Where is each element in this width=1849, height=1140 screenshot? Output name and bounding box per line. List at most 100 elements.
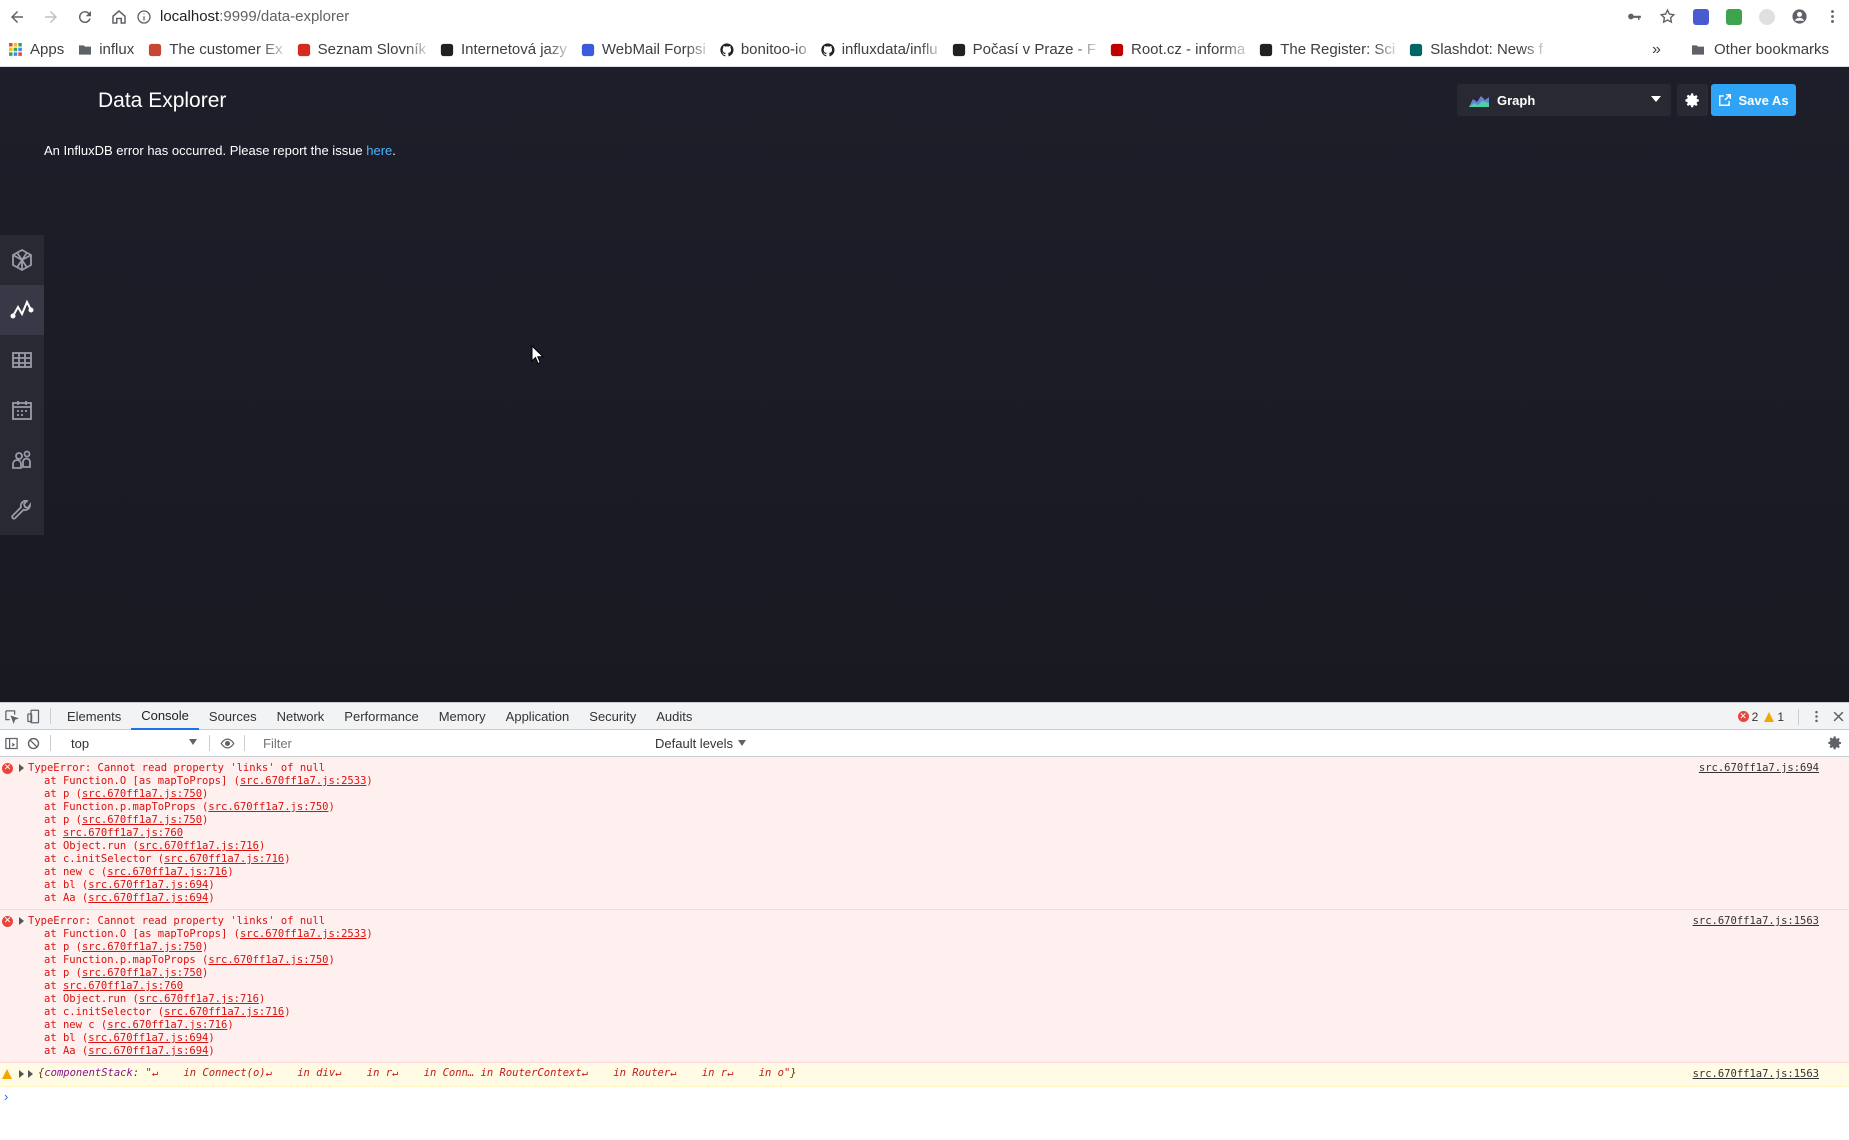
stack-frame-link[interactable]: src.670ff1a7.js:760 [63,980,183,992]
report-issue-link[interactable]: here [366,143,392,158]
nav-dashboards[interactable] [0,335,44,385]
devtools-tab-memory[interactable]: Memory [429,703,496,730]
profile-avatar-icon[interactable] [1783,0,1816,33]
live-expression-eye-icon[interactable] [216,730,238,756]
clear-console-icon[interactable] [22,730,44,756]
console-settings-gear-icon[interactable] [1827,735,1843,751]
bookmark-item[interactable]: bonitoo-io [719,37,814,63]
bookmark-item[interactable]: Internetová jazy [439,37,574,63]
console-error-entry[interactable]: ✕ TypeError: Cannot read property 'links'… [0,757,1849,910]
close-icon[interactable] [1827,704,1849,730]
nav-organizations[interactable] [0,435,44,485]
extension-icon[interactable] [1684,0,1717,33]
devtools-tab-security[interactable]: Security [579,703,646,730]
devtools-tab-elements[interactable]: Elements [57,703,131,730]
bookmark-item[interactable]: WebMail Forpsi [580,37,713,63]
stack-frame-link[interactable]: src.670ff1a7.js:694 [88,892,208,904]
bookmark-item[interactable]: influx [77,37,141,63]
console-messages: ✕ TypeError: Cannot read property 'links'… [0,757,1849,1105]
stack-frame-link[interactable]: src.670ff1a7.js:750 [82,814,202,826]
nav-tasks[interactable] [0,385,44,435]
console-error-entry[interactable]: ✕ TypeError: Cannot read property 'links'… [0,910,1849,1063]
expand-triangle-icon[interactable] [19,917,24,925]
disabled-extension-icon[interactable] [1750,0,1783,33]
forward-arrow-icon[interactable] [34,0,68,33]
sidebar-toggle-icon[interactable] [0,730,22,756]
stack-frame-link[interactable]: src.670ff1a7.js:716 [107,1019,227,1031]
other-bookmarks-folder[interactable]: Other bookmarks [1690,33,1829,66]
stack-frame-link[interactable]: src.670ff1a7.js:694 [88,879,208,891]
more-bookmarks-button[interactable]: » [1652,33,1661,66]
stack-frame-link[interactable]: src.670ff1a7.js:750 [82,941,202,953]
source-link[interactable]: src.670ff1a7.js:694 [1699,762,1819,775]
visualization-type-dropdown[interactable]: Graph [1457,84,1671,116]
address-bar[interactable]: localhost:9999/data-explorer [136,3,1566,30]
log-levels-dropdown[interactable]: Default levels [655,736,747,751]
configure-button[interactable] [1677,84,1708,116]
devtools-tab-application[interactable]: Application [496,703,580,730]
stack-frame-link[interactable]: src.670ff1a7.js:716 [164,853,284,865]
device-toolbar-icon[interactable] [22,703,44,729]
stack-frame-link[interactable]: src.670ff1a7.js:760 [63,827,183,839]
stack-frame-link[interactable]: src.670ff1a7.js:750 [208,801,328,813]
stack-frame-link[interactable]: src.670ff1a7.js:750 [208,954,328,966]
devtools-tab-list: Elements Console Sources Network Performance… [57,703,702,730]
home-icon[interactable] [102,0,136,33]
console-warning-entry[interactable]: {componentStack: "↵ in Connect(o)↵ in di… [0,1063,1849,1087]
issue-counter[interactable]: ✕ 2 1 [1737,709,1784,724]
cors-extension-icon[interactable] [1717,0,1750,33]
console-prompt[interactable]: › [0,1087,1849,1105]
site-info-icon[interactable] [136,9,152,25]
devtools-menu-icon[interactable] [1805,704,1827,730]
bookmark-item[interactable]: Počasí v Praze - F [951,37,1103,63]
save-as-button[interactable]: Save As [1711,84,1796,116]
chevron-down-icon [1651,96,1661,102]
error-count: 2 [1751,709,1759,724]
bookmark-item[interactable]: The customer Ex [147,37,289,63]
devtools-tab-performance[interactable]: Performance [334,703,428,730]
bookmark-star-icon[interactable] [1651,0,1684,33]
stack-frame-link[interactable]: src.670ff1a7.js:694 [88,1032,208,1044]
key-icon[interactable] [1618,0,1651,33]
devtools-tab-audits[interactable]: Audits [646,703,702,730]
devtools-panel: Elements Console Sources Network Performance… [0,702,1849,1140]
nav-settings[interactable] [0,485,44,535]
devtools-tab-network[interactable]: Network [267,703,335,730]
bookmark-item[interactable]: Seznam Slovník [296,37,433,63]
console-filter-input[interactable] [255,733,645,753]
stack-frame-link[interactable]: src.670ff1a7.js:716 [107,866,227,878]
expand-triangle-icon[interactable] [19,1070,24,1078]
stack-frame-link[interactable]: src.670ff1a7.js:750 [82,788,202,800]
nav-data-explorer[interactable] [0,285,44,335]
bookmark-item[interactable]: The Register: Sci [1258,37,1402,63]
seznam-icon [296,42,312,58]
nav-home[interactable] [0,235,44,285]
stack-frame-link[interactable]: src.670ff1a7.js:716 [139,993,259,1005]
bookmark-item[interactable]: Root.cz - informa [1109,37,1252,63]
stack-frame-link[interactable]: src.670ff1a7.js:716 [139,840,259,852]
stack-frame-prefix: at Function.p.mapToProps ( [44,954,209,966]
stack-frame-link[interactable]: src.670ff1a7.js:716 [164,1006,284,1018]
devtools-tab-console[interactable]: Console [131,703,199,730]
bookmark-item[interactable]: influxdata/influ [820,37,945,63]
stack-frame-prefix: at bl ( [44,879,89,891]
divider [209,735,210,751]
devtools-tab-sources[interactable]: Sources [199,703,267,730]
stack-frame-link[interactable]: src.670ff1a7.js:694 [88,1045,208,1057]
bookmark-item[interactable]: Apps [8,37,71,63]
context-selector[interactable]: top [63,733,203,753]
expand-triangle-icon[interactable] [28,1070,33,1078]
reload-icon[interactable] [68,0,102,33]
inspect-element-icon[interactable] [0,703,22,729]
stack-frame-link[interactable]: src.670ff1a7.js:750 [82,967,202,979]
source-link[interactable]: src.670ff1a7.js:1563 [1693,915,1819,928]
stack-frame-link[interactable]: src.670ff1a7.js:2533 [240,928,366,940]
expand-triangle-icon[interactable] [19,764,24,772]
source-link[interactable]: src.670ff1a7.js:1563 [1693,1068,1819,1081]
stack-frame: at Function.p.mapToProps (src.670ff1a7.j… [0,954,1849,967]
stack-frame-suffix: ) [208,879,215,891]
stack-frame-link[interactable]: src.670ff1a7.js:2533 [240,775,366,787]
back-arrow-icon[interactable] [0,0,34,33]
browser-menu-icon[interactable] [1816,0,1849,33]
bookmark-item[interactable]: Slashdot: News f [1408,37,1550,63]
